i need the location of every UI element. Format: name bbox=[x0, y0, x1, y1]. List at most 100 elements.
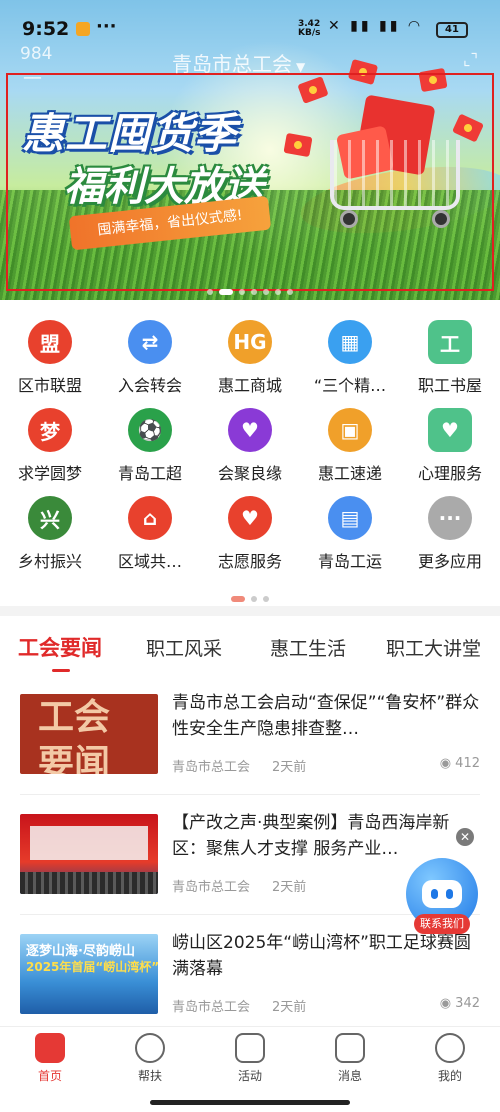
close-icon[interactable]: ✕ bbox=[456, 828, 474, 846]
banner-dot-active bbox=[219, 289, 233, 295]
cart-wheel bbox=[340, 210, 358, 228]
thumb-text: 2025年首届“崂山湾杯”职工足球赛 bbox=[26, 960, 158, 974]
news-source: 青岛市总工会 bbox=[172, 1000, 251, 1015]
red-envelope-icon bbox=[418, 67, 448, 93]
thumb-text: 要闻 bbox=[38, 742, 111, 774]
news-time: 2天前 bbox=[272, 1000, 307, 1015]
divider bbox=[20, 914, 480, 915]
status-time: 9:52 bbox=[22, 18, 70, 40]
news-item[interactable]: 工会 要闻 青岛市总工会启动“查保促”“鲁安杯”群众性安全生产隐患排查整… 青岛… bbox=[20, 693, 480, 794]
app-grid-item[interactable]: ▤ 青岛工运 bbox=[300, 478, 400, 571]
shopping-cart-illustration bbox=[320, 94, 470, 240]
nav-activity[interactable]: 活动 bbox=[200, 1033, 300, 1084]
news-section: 工会要闻 职工风采 惠工生活 职工大讲堂 工会 要闻 青岛市总工会启动“查保促”… bbox=[0, 616, 500, 1026]
banner-dot bbox=[207, 289, 213, 295]
activity-icon bbox=[235, 1033, 265, 1063]
city-selector[interactable]: 青岛市总工会 ▼ bbox=[172, 48, 305, 77]
eye-icon: ◉ bbox=[439, 756, 456, 771]
nav-home[interactable]: 首页 bbox=[0, 1033, 100, 1084]
news-thumbnail: 逐梦山海·尽韵崂山 2025年首届“崂山湾杯”职工足球赛 bbox=[20, 934, 158, 1014]
news-title: 【产改之声·典型案例】青岛西海岸新区：聚焦人才支撑 服务产业… bbox=[172, 813, 450, 859]
grid-dot bbox=[263, 595, 269, 602]
app-grid-item[interactable]: ♥ 会聚良缘 bbox=[200, 390, 300, 483]
tab-benefit-life[interactable]: 惠工生活 bbox=[270, 634, 346, 661]
tab-active-indicator bbox=[52, 669, 70, 672]
app-icon: ⚽ bbox=[128, 408, 172, 452]
app-grid-item[interactable]: ♥ 心理服务 bbox=[400, 390, 500, 483]
app-icon: 盟 bbox=[28, 320, 72, 364]
cart-wheel bbox=[432, 210, 450, 228]
news-views: ◉ 412 bbox=[440, 756, 480, 771]
news-source: 青岛市总工会 bbox=[172, 760, 251, 775]
status-bar: 9:52 ··· 3.42 KB/s ✕ ▮▮ ▮▮ ◠ 41 bbox=[0, 0, 500, 44]
app-grid-label: 更多应用 bbox=[417, 552, 482, 571]
notification-app-icon bbox=[76, 22, 90, 36]
app-grid-label: 青岛工运 bbox=[317, 552, 382, 571]
grid-dot bbox=[251, 595, 257, 602]
home-indicator[interactable] bbox=[150, 1100, 350, 1105]
scan-icon[interactable]: ⌞⌝ bbox=[463, 50, 478, 69]
app-icon: 梦 bbox=[28, 408, 72, 452]
news-time: 2天前 bbox=[272, 760, 307, 775]
app-grid-item[interactable]: ▦ “三个精… bbox=[300, 302, 400, 395]
banner-dot bbox=[287, 289, 293, 295]
nav-label: 帮扶 bbox=[137, 1069, 162, 1083]
tab-union-news[interactable]: 工会要闻 bbox=[18, 632, 102, 662]
handshake-icon bbox=[135, 1033, 165, 1063]
tab-worker-style[interactable]: 职工风采 bbox=[146, 634, 222, 661]
nav-label: 首页 bbox=[37, 1069, 62, 1083]
app-grid-item[interactable]: ♥ 志愿服务 bbox=[200, 478, 300, 571]
nav-label: 消息 bbox=[337, 1069, 362, 1083]
nav-label: 活动 bbox=[237, 1069, 262, 1083]
app-grid-label: 志愿服务 bbox=[217, 552, 282, 571]
status-more: ··· bbox=[96, 16, 117, 37]
news-thumbnail bbox=[20, 814, 158, 894]
bottom-navigation: 首页 帮扶 活动 消息 我的 bbox=[0, 1026, 500, 1092]
app-icon: 兴 bbox=[28, 496, 72, 540]
banner-dot bbox=[251, 289, 257, 295]
thumb-text: 逐梦山海·尽韵崂山 bbox=[26, 944, 135, 959]
nav-label: 我的 bbox=[437, 1069, 462, 1083]
contact-us-label[interactable]: 联系我们 bbox=[414, 914, 470, 934]
city-name: 青岛市总工会 bbox=[172, 52, 292, 76]
app-grid-item[interactable]: ⇄ 入会转会 bbox=[100, 302, 200, 395]
views-count: 342 bbox=[455, 996, 480, 1011]
net-speed-unit: KB/s bbox=[298, 28, 321, 38]
app-icon: ⌂ bbox=[128, 496, 172, 540]
thumb-stage bbox=[30, 826, 148, 860]
nav-help[interactable]: 帮扶 bbox=[100, 1033, 200, 1084]
news-item[interactable]: 逐梦山海·尽韵崂山 2025年首届“崂山湾杯”职工足球赛 崂山区2025年“崂山… bbox=[20, 933, 480, 1034]
weather-sub: ▁▁ bbox=[24, 66, 41, 79]
app-icon: ⇄ bbox=[128, 320, 172, 364]
promo-banner[interactable]: 惠工囤货季 福利大放送 囤满幸福，省出仪式感! bbox=[0, 0, 500, 300]
app-grid-item[interactable]: 工职工书屋 bbox=[400, 302, 500, 395]
app-grid-item[interactable]: ▣ 惠工速递 bbox=[300, 390, 400, 483]
app-grid-item[interactable]: ⌂ 区域共… bbox=[100, 478, 200, 571]
app-icon: ▣ bbox=[328, 408, 372, 452]
app-grid-item[interactable]: HG 惠工商城 bbox=[200, 302, 300, 395]
nav-profile[interactable]: 我的 bbox=[400, 1033, 500, 1084]
weather-temperature: 984 bbox=[20, 44, 53, 64]
nav-messages[interactable]: 消息 bbox=[300, 1033, 400, 1084]
cart-basket bbox=[330, 140, 460, 210]
app-grid-item[interactable]: 兴乡村振兴 bbox=[0, 478, 100, 571]
news-thumbnail: 工会 要闻 bbox=[20, 694, 158, 774]
banner-dot bbox=[263, 289, 269, 295]
news-source: 青岛市总工会 bbox=[172, 880, 251, 895]
app-icon: ♥ bbox=[228, 408, 272, 452]
grid-pagination bbox=[0, 588, 500, 607]
banner-dot bbox=[239, 289, 245, 295]
app-icon: 工 bbox=[428, 320, 472, 364]
app-grid-item[interactable]: 盟区市联盟 bbox=[0, 302, 100, 395]
tab-lecture[interactable]: 职工大讲堂 bbox=[386, 634, 481, 661]
app-grid: 盟区市联盟 ⇄ 入会转会 HG 惠工商城 ▦ “三个精… 工职工书屋梦求学圆梦 ⚽ 青岛工超 ♥ 会聚… bbox=[0, 300, 500, 606]
message-icon bbox=[335, 1033, 365, 1063]
divider bbox=[20, 794, 480, 795]
app-grid-item[interactable]: 梦求学圆梦 bbox=[0, 390, 100, 483]
news-tabs: 工会要闻 职工风采 惠工生活 职工大讲堂 bbox=[0, 616, 500, 674]
banner-title-line1: 惠工囤货季 bbox=[22, 109, 238, 158]
app-grid-item[interactable]: ⚽ 青岛工超 bbox=[100, 390, 200, 483]
app-icon: ▤ bbox=[328, 496, 372, 540]
views-count: 412 bbox=[455, 756, 480, 771]
app-grid-item[interactable]: ··· 更多应用 bbox=[400, 478, 500, 571]
